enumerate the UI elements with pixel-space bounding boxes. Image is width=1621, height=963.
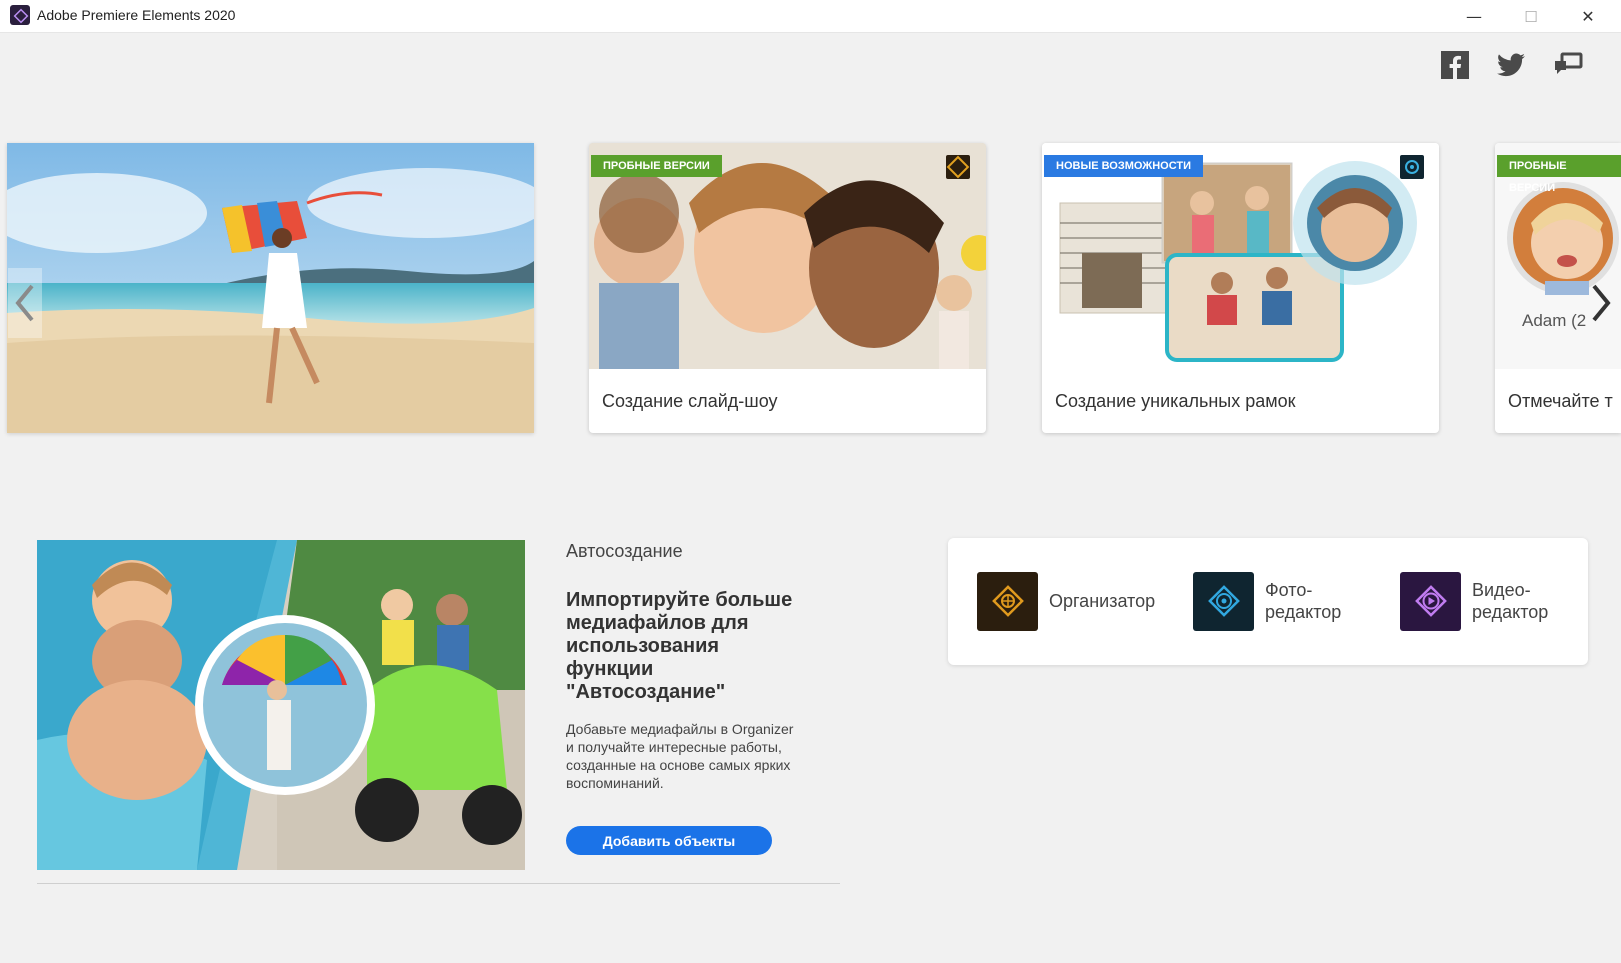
organizer-icon (977, 571, 1038, 631)
auto-create-heading: Импортируйте больше медиафайлов для испо… (566, 589, 793, 703)
close-button[interactable]: ✕ (1560, 0, 1616, 33)
video-editor-icon (1400, 571, 1461, 631)
trial-badge: ПРОБНЫЕ ВЕРСИИ (591, 155, 722, 177)
organizer-launcher[interactable]: Организатор (977, 571, 1155, 631)
minimize-button[interactable]: — (1446, 0, 1502, 33)
organizer-label: Организатор (1049, 591, 1156, 611)
trial-badge: ПРОБНЫЕ ВЕРСИИ (1497, 155, 1621, 194)
organizer-icon (946, 155, 970, 179)
video-editor-launcher[interactable]: Видео- редактор (1400, 571, 1548, 631)
twitter-icon[interactable] (1494, 48, 1528, 82)
chevron-right-icon (1592, 284, 1611, 322)
frames-card-caption: Создание уникальных рамок (1055, 391, 1296, 411)
photo-editor-label: Фото- редактор (1265, 580, 1342, 622)
window-title: Adobe Premiere Elements 2020 (37, 7, 236, 23)
section-divider (37, 883, 840, 884)
add-items-button[interactable]: Добавить объекты (566, 826, 772, 855)
face-tag-name: Adam (2 (1522, 311, 1587, 330)
tagging-card-caption: Отмечайте т (1508, 391, 1613, 411)
hero-beach-image[interactable] (7, 143, 534, 433)
carousel-prev-button[interactable] (8, 268, 42, 338)
photo-editor-icon (1193, 571, 1254, 631)
facebook-icon[interactable] (1438, 48, 1472, 82)
slideshow-card[interactable]: ПРОБНЫЕ ВЕРСИИ Создание слайд-шоу (589, 143, 986, 433)
carousel-next-button[interactable] (1584, 268, 1618, 338)
feedback-icon[interactable] (1551, 48, 1585, 82)
photo-editor-launcher[interactable]: Фото- редактор (1193, 571, 1341, 631)
frames-card[interactable]: НОВЫЕ ВОЗМОЖНОСТИ Создание уникальных ра… (1042, 143, 1439, 433)
video-editor-label: Видео- редактор (1472, 580, 1549, 622)
maximize-button[interactable]: ☐ (1503, 0, 1559, 33)
chevron-left-icon (15, 284, 34, 322)
auto-create-label: Автосоздание (566, 541, 683, 561)
title-bar: Adobe Premiere Elements 2020 — ☐ ✕ (0, 0, 1621, 33)
photo-editor-icon (1400, 155, 1424, 179)
auto-create-description: Добавьте медиафайлы в Organizer и получа… (566, 721, 794, 791)
new-features-badge: НОВЫЕ ВОЗМОЖНОСТИ (1044, 155, 1204, 177)
premiere-elements-app-icon (10, 5, 30, 25)
app-launcher-panel: Организатор Фото- редактор Видео- редакт… (948, 538, 1588, 665)
slideshow-card-caption: Создание слайд-шоу (602, 391, 778, 411)
auto-create-collage-image (37, 540, 525, 870)
